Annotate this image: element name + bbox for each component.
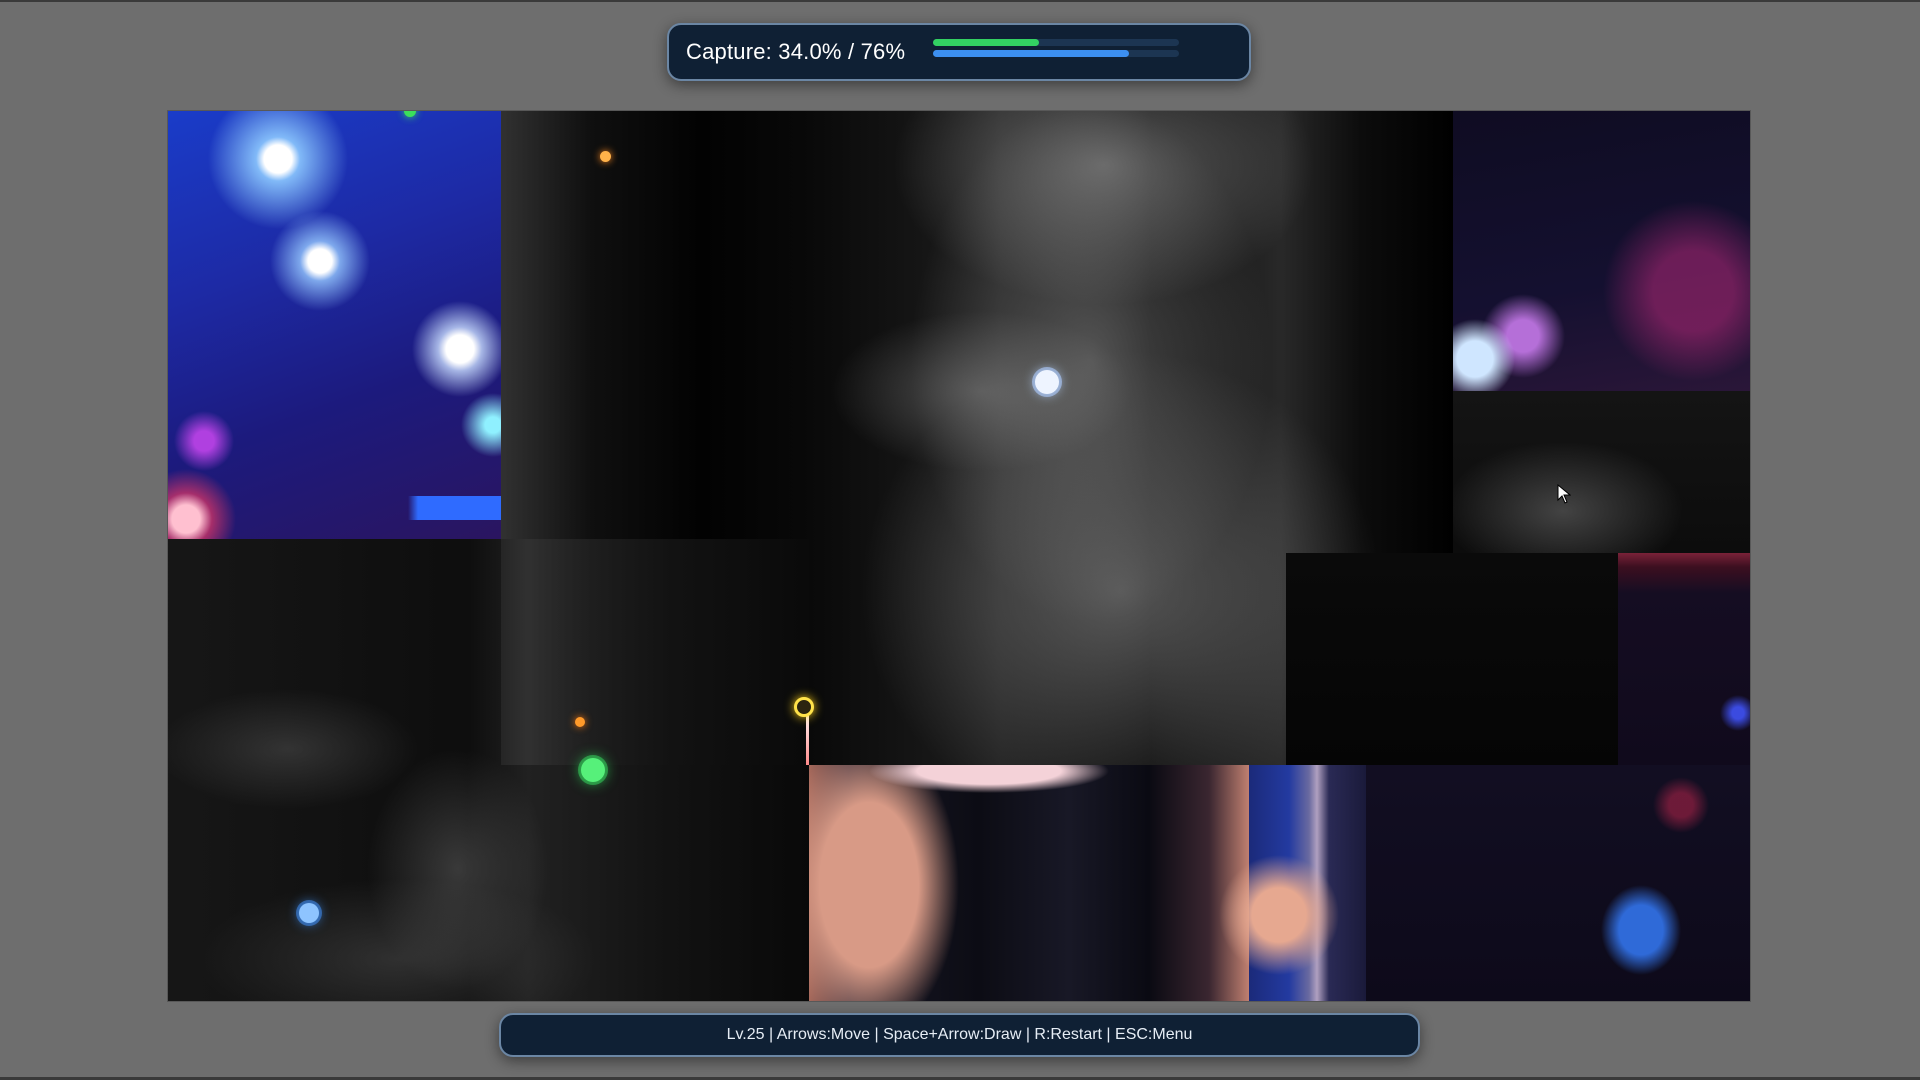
capture-label: Capture: 34.0% / 76% — [686, 39, 906, 64]
hidden-area-right — [1453, 391, 1750, 553]
drawing-trail — [806, 709, 809, 765]
revealed-region-city-lights — [168, 111, 501, 539]
game-playfield[interactable] — [168, 111, 1750, 1001]
hidden-area-right-lower — [1286, 553, 1618, 765]
revealed-region-top-right — [1453, 111, 1750, 391]
player-marker-icon — [794, 697, 814, 717]
enemy-orb-green — [581, 758, 605, 782]
capture-bars — [933, 36, 1179, 58]
capture-progress-bar — [933, 39, 1179, 46]
controls-help-text: Lv.25 | Arrows:Move | Space+Arrow:Draw |… — [726, 1026, 1193, 1043]
capture-target-fill — [933, 50, 1130, 57]
enemy-orb-white — [1035, 370, 1059, 394]
revealed-region-right-strip — [1618, 553, 1750, 765]
top-border — [0, 0, 1920, 2]
hidden-area-left — [168, 539, 809, 1001]
controls-help-bar: Lv.25 | Arrows:Move | Space+Arrow:Draw |… — [499, 1013, 1420, 1057]
enemy-orb-blue — [299, 903, 319, 923]
revealed-region-figure — [809, 765, 1366, 1001]
capture-hud: Capture: 34.0% / 76% — [667, 23, 1251, 81]
enemy-spark-orange — [600, 151, 611, 162]
mouse-cursor-icon — [1557, 484, 1571, 504]
enemy-spark-orange-small — [575, 717, 585, 727]
capture-target-bar — [933, 50, 1179, 57]
capture-progress-fill — [933, 39, 1040, 46]
